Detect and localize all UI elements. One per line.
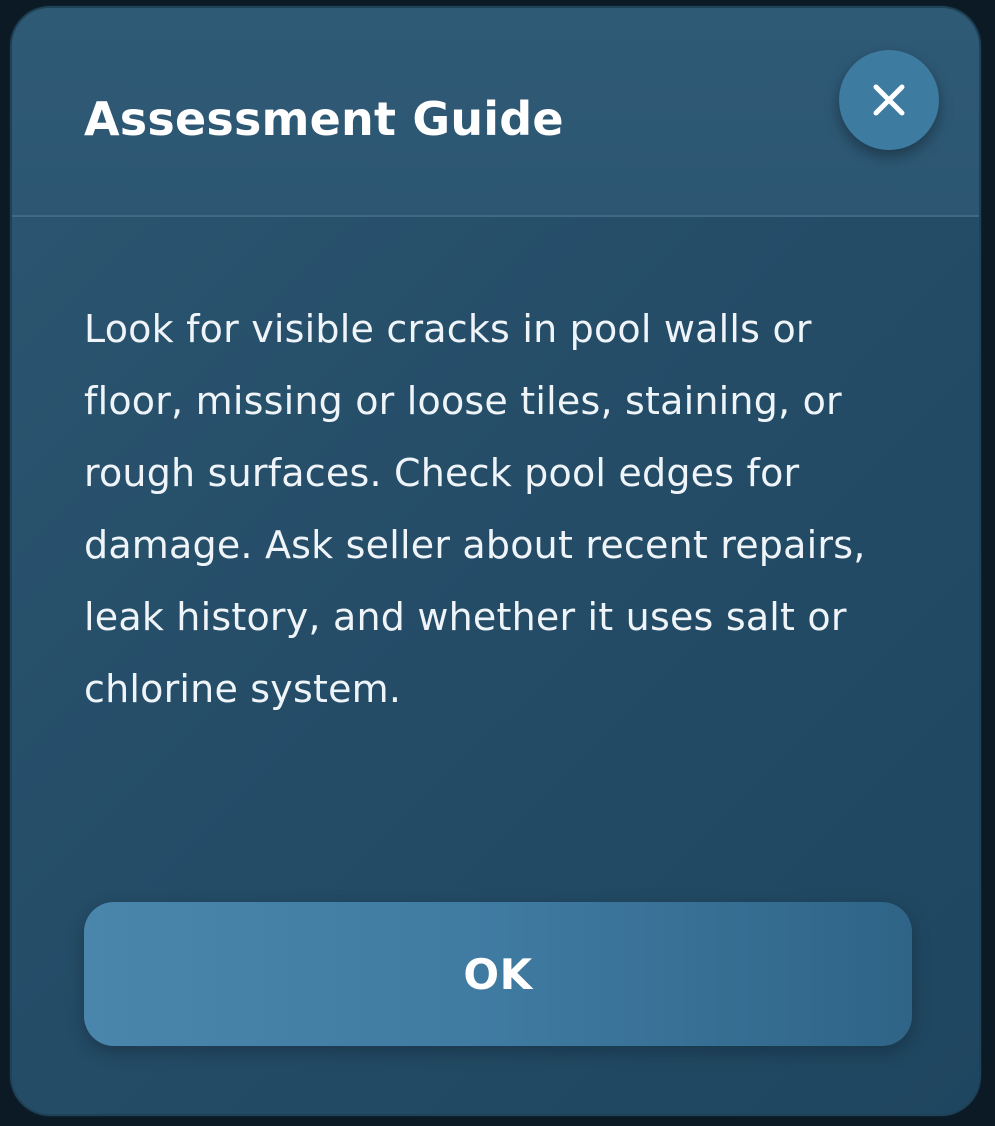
dialog-title: Assessment Guide bbox=[84, 92, 564, 146]
dialog-body-text: Look for visible cracks in pool walls or… bbox=[84, 307, 866, 711]
dialog-header: Assessment Guide bbox=[12, 8, 979, 217]
close-icon bbox=[873, 84, 905, 116]
ok-button-label: OK bbox=[463, 949, 533, 999]
ok-button[interactable]: OK bbox=[84, 902, 912, 1046]
close-button[interactable] bbox=[839, 50, 939, 150]
assessment-guide-dialog: Assessment Guide Look for visible cracks… bbox=[10, 6, 981, 1116]
